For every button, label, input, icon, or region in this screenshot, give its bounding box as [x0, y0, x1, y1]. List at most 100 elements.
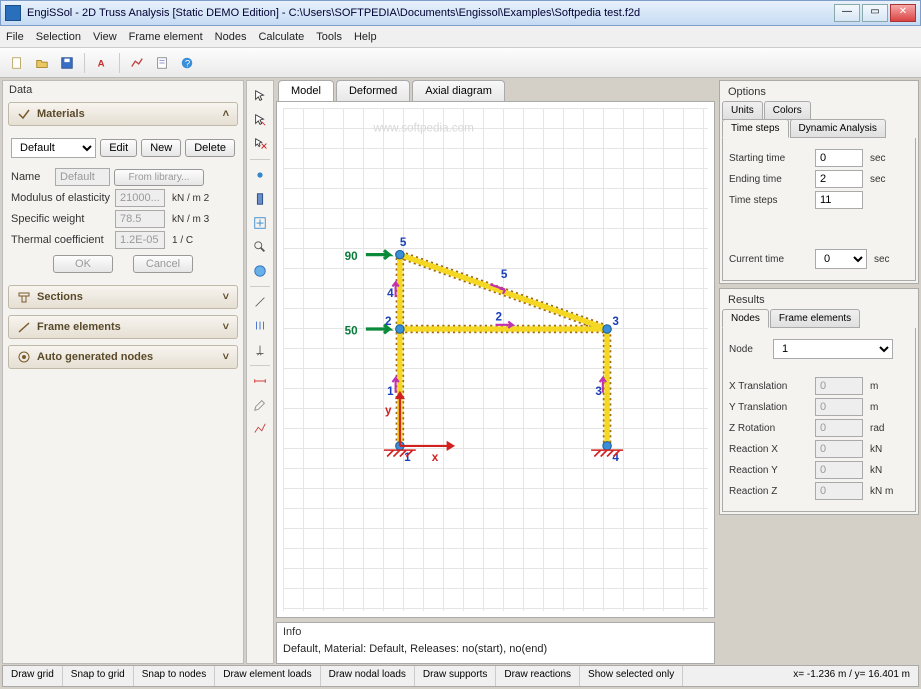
cancel-button[interactable]: Cancel: [133, 255, 193, 273]
tab-axial-diagram[interactable]: Axial diagram: [412, 80, 505, 101]
maximize-button[interactable]: ▭: [862, 4, 888, 22]
menu-frame-element[interactable]: Frame element: [129, 31, 203, 43]
status-draw-grid[interactable]: Draw grid: [3, 666, 63, 686]
tab-deformed[interactable]: Deformed: [336, 80, 410, 101]
status-nodal-loads[interactable]: Draw nodal loads: [321, 666, 415, 686]
result-field: [815, 419, 863, 437]
ending-time-field[interactable]: [815, 170, 863, 188]
current-time-select[interactable]: 0: [815, 249, 867, 269]
thermal-unit: 1 / C: [172, 235, 193, 246]
diagram-icon[interactable]: [249, 418, 271, 440]
delete-pointer-icon[interactable]: ✕: [249, 133, 271, 155]
analysis-icon[interactable]: A: [91, 52, 113, 74]
menu-file[interactable]: File: [6, 31, 24, 43]
node-select[interactable]: 1: [773, 339, 893, 359]
accordion-sections[interactable]: Sections ˅: [8, 285, 238, 309]
tab-model[interactable]: Model: [278, 80, 334, 101]
starting-time-field[interactable]: [815, 149, 863, 167]
results-title: Results: [722, 291, 916, 309]
menu-view[interactable]: View: [93, 31, 117, 43]
accordion-materials[interactable]: Materials ˄: [8, 102, 238, 126]
support-icon[interactable]: [249, 339, 271, 361]
from-library-button[interactable]: From library...: [114, 169, 204, 186]
info-text: Default, Material: Default, Releases: no…: [277, 641, 714, 657]
menu-help[interactable]: Help: [354, 31, 377, 43]
tab-time-steps[interactable]: Time steps: [722, 119, 789, 138]
status-supports[interactable]: Draw supports: [415, 666, 496, 686]
save-file-icon[interactable]: [56, 52, 78, 74]
move-icon[interactable]: [249, 109, 271, 131]
sec-unit: sec: [874, 254, 890, 265]
node-tool-icon[interactable]: [249, 164, 271, 186]
info-bar: Info Default, Material: Default, Release…: [276, 622, 715, 664]
options-panel: Options Units Colors Time steps Dynamic …: [719, 80, 919, 284]
tab-colors[interactable]: Colors: [764, 101, 811, 120]
element-tool-icon[interactable]: [249, 188, 271, 210]
menu-nodes[interactable]: Nodes: [215, 31, 247, 43]
vtool-separator: [250, 159, 270, 160]
result-field: [815, 377, 863, 395]
menu-tools[interactable]: Tools: [316, 31, 342, 43]
chart-icon[interactable]: [126, 52, 148, 74]
accordion-frame-elements[interactable]: Frame elements ˅: [8, 315, 238, 339]
tab-units[interactable]: Units: [722, 101, 763, 120]
minimize-button[interactable]: —: [834, 4, 860, 22]
name-label: Name: [11, 171, 51, 183]
report-icon[interactable]: [151, 52, 173, 74]
title-bar: EngiSSol - 2D Truss Analysis [Static DEM…: [0, 0, 921, 26]
info-title: Info: [277, 623, 714, 641]
menu-calculate[interactable]: Calculate: [258, 31, 304, 43]
vertical-toolbar: ✕: [246, 80, 274, 664]
chevron-down-icon: ˅: [223, 291, 229, 303]
zoom-icon[interactable]: [249, 236, 271, 258]
pointer-icon[interactable]: [249, 85, 271, 107]
chevron-down-icon: ˅: [223, 351, 229, 363]
result-unit: rad: [870, 423, 884, 434]
svg-text:?: ?: [185, 58, 190, 69]
status-snap-grid[interactable]: Snap to grid: [63, 666, 134, 686]
thermal-label: Thermal coefficient: [11, 234, 111, 246]
load-label-top: 90: [345, 250, 358, 263]
materials-body: Default Edit New Delete Name From librar…: [3, 129, 243, 282]
dimension-icon[interactable]: [249, 370, 271, 392]
status-element-loads[interactable]: Draw element loads: [215, 666, 320, 686]
status-reactions[interactable]: Draw reactions: [496, 666, 580, 686]
sections-label: Sections: [37, 291, 83, 303]
tab-results-frame-elements[interactable]: Frame elements: [770, 309, 860, 328]
world-icon[interactable]: [249, 260, 271, 282]
new-button[interactable]: New: [141, 139, 181, 157]
options-body: Starting timesec Ending timesec Time ste…: [722, 138, 916, 281]
delete-button[interactable]: Delete: [185, 139, 235, 157]
annotate-icon[interactable]: [249, 394, 271, 416]
modulus-unit: kN / m 2: [172, 193, 209, 204]
status-show-selected[interactable]: Show selected only: [580, 666, 683, 686]
close-button[interactable]: ✕: [890, 4, 916, 22]
loads-icon[interactable]: [249, 315, 271, 337]
edit-button[interactable]: Edit: [100, 139, 137, 157]
load-arrow-icon: [366, 250, 389, 259]
current-time-label: Current time: [729, 254, 811, 265]
help-icon[interactable]: ?: [176, 52, 198, 74]
load-label-mid: 50: [345, 324, 358, 337]
open-file-icon[interactable]: [31, 52, 53, 74]
line-tool-icon[interactable]: [249, 291, 271, 313]
accordion-auto-nodes[interactable]: Auto generated nodes ˅: [8, 345, 238, 369]
ok-button[interactable]: OK: [53, 255, 113, 273]
tab-dynamic-analysis[interactable]: Dynamic Analysis: [790, 119, 886, 138]
node-label: 2: [385, 315, 392, 328]
new-file-icon[interactable]: [6, 52, 28, 74]
zoom-extents-icon[interactable]: [249, 212, 271, 234]
status-snap-nodes[interactable]: Snap to nodes: [134, 666, 216, 686]
result-field: [815, 482, 863, 500]
time-steps-field[interactable]: [815, 191, 863, 209]
results-body: Node1 X Translationm Y Translationm Z Ro…: [722, 328, 916, 512]
result-unit: m: [870, 402, 878, 413]
materials-label: Materials: [37, 108, 85, 120]
weight-unit: kN / m 3: [172, 214, 209, 225]
result-unit: kN: [870, 444, 882, 455]
model-canvas[interactable]: www.softpedia.com 90 50: [276, 101, 715, 618]
tab-results-nodes[interactable]: Nodes: [722, 309, 769, 328]
app-icon: [5, 5, 21, 21]
material-select[interactable]: Default: [11, 138, 96, 158]
menu-selection[interactable]: Selection: [36, 31, 81, 43]
